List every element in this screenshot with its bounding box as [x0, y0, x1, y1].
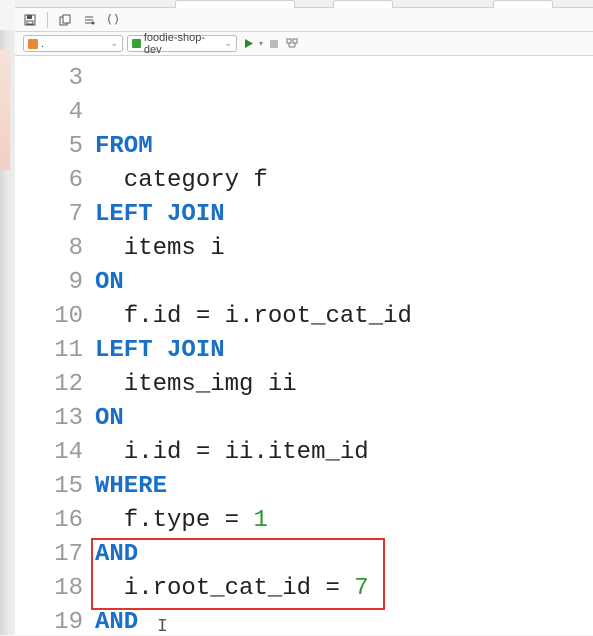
- adjacent-panel-edge: [0, 50, 10, 170]
- database-name: foodie-shop-dev: [144, 32, 222, 56]
- run-icon[interactable]: [241, 37, 255, 51]
- code-line[interactable]: i.id = ii.item_id: [95, 436, 412, 470]
- console-toolbar: . ⌄ foodie-shop-dev ⌄ ▾: [15, 32, 593, 56]
- chevron-down-icon: ⌄: [224, 38, 232, 49]
- run-chevron-icon[interactable]: ▾: [259, 39, 263, 48]
- code-editor[interactable]: 345678910111213141516171819 FROM categor…: [15, 56, 593, 636]
- code-line[interactable]: AND: [95, 606, 412, 636]
- line-number: 8: [15, 232, 95, 266]
- editor-tabstrip: [15, 0, 593, 8]
- line-number: 4: [15, 96, 95, 130]
- database-icon: [132, 39, 141, 48]
- editor-toolbar: (): [15, 8, 593, 32]
- code-line[interactable]: items_img ii: [95, 368, 412, 402]
- line-number: 12: [15, 368, 95, 402]
- line-number: 6: [15, 164, 95, 198]
- line-number: 19: [15, 606, 95, 636]
- line-number: 16: [15, 504, 95, 538]
- line-number: 3: [15, 62, 95, 96]
- line-number: 14: [15, 436, 95, 470]
- code-line[interactable]: LEFT JOIN: [95, 198, 412, 232]
- line-number: 10: [15, 300, 95, 334]
- code-line[interactable]: ON: [95, 402, 412, 436]
- code-line[interactable]: items i: [95, 232, 412, 266]
- line-number: 13: [15, 402, 95, 436]
- code-line[interactable]: FROM: [95, 130, 412, 164]
- database-selector[interactable]: foodie-shop-dev ⌄: [127, 35, 237, 52]
- code-line[interactable]: ON: [95, 266, 412, 300]
- editor-tab-active[interactable]: [175, 0, 295, 8]
- paren-icon[interactable]: (): [106, 13, 120, 27]
- line-number: 11: [15, 334, 95, 368]
- line-number: 17: [15, 538, 95, 572]
- stop-icon[interactable]: [267, 37, 281, 51]
- code-line[interactable]: LEFT JOIN: [95, 334, 412, 368]
- save-icon[interactable]: [23, 13, 37, 27]
- line-number: 15: [15, 470, 95, 504]
- line-number-gutter: 345678910111213141516171819: [15, 56, 95, 636]
- line-number: 18: [15, 572, 95, 606]
- editor-panel: () . ⌄ foodie-shop-dev ⌄ ▾ 3456789101112…: [15, 0, 593, 635]
- explain-icon[interactable]: [285, 37, 299, 51]
- editor-tab[interactable]: [333, 0, 393, 8]
- code-line[interactable]: f.type = 1: [95, 504, 412, 538]
- list-icon[interactable]: [82, 13, 96, 27]
- code-line[interactable]: f.id = i.root_cat_id: [95, 300, 412, 334]
- editor-tab[interactable]: [493, 0, 553, 8]
- toolbar-divider: [47, 12, 48, 28]
- code-line[interactable]: WHERE: [95, 470, 412, 504]
- line-number: 5: [15, 130, 95, 164]
- red-annotation-box: [91, 538, 385, 610]
- text-cursor-icon: I: [157, 610, 168, 636]
- line-number: 7: [15, 198, 95, 232]
- schema-label: .: [41, 38, 44, 50]
- schema-icon: [28, 39, 38, 49]
- line-number: 9: [15, 266, 95, 300]
- code-line[interactable]: category f: [95, 164, 412, 198]
- schema-selector[interactable]: . ⌄: [23, 35, 123, 52]
- code-area[interactable]: FROM category fLEFT JOIN items iON f.id …: [95, 56, 412, 636]
- chevron-down-icon: ⌄: [110, 38, 118, 49]
- copy-icon[interactable]: [58, 13, 72, 27]
